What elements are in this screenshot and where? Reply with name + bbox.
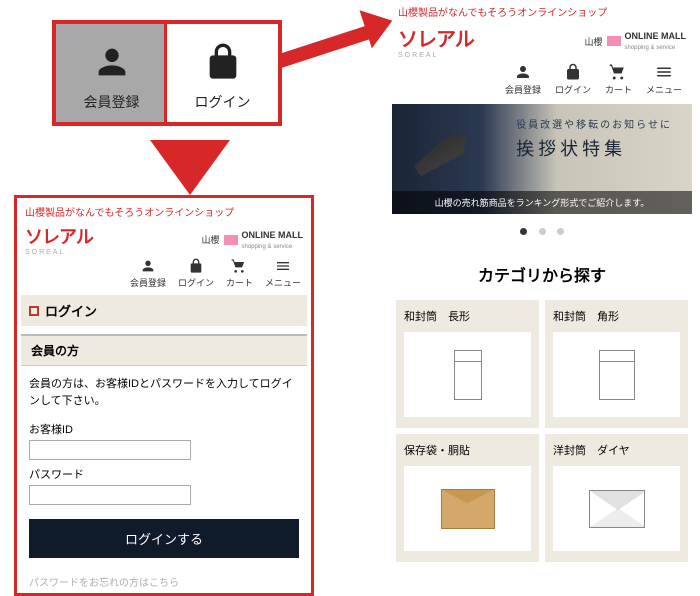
nav-register[interactable]: 会員登録 [505,63,541,96]
category-card-2[interactable]: 和封筒 角形 [545,300,688,428]
lock-icon [188,258,204,274]
carousel-dots [392,214,692,256]
category-card-4[interactable]: 洋封筒 ダイヤ [545,434,688,562]
hamburger-icon [655,63,673,81]
login-form: 会員の方は、お客様IDとパスワードを入力してログインして下さい。 お客様ID パ… [21,366,307,574]
cart-icon [609,63,627,81]
callout-register: 会員登録 [56,24,167,122]
hero-banner[interactable]: 役員改選や移転のお知らせに 挨拶状特集 山櫻の売れ筋商品をランキング形式でご紹介… [392,104,692,214]
envelope-naga-icon [404,332,531,417]
category-card-1[interactable]: 和封筒 長形 [396,300,539,428]
nav-menu[interactable]: メニュー [646,63,682,96]
nav-menu[interactable]: メニュー [265,258,301,289]
login-page-title-bar: ログイン [21,295,307,326]
header-nav: 会員登録 ログイン カート メニュー [392,59,692,104]
logo: ソレアル SOREAL [398,23,474,59]
pen-icon [400,112,484,196]
user-icon [514,63,532,81]
hero-text: 役員改選や移転のお知らせに 挨拶状特集 [516,116,672,161]
nav-cart[interactable]: カート [605,63,632,96]
envelope-kaku-icon [553,332,680,417]
lock-icon [203,42,243,82]
user-icon [140,258,156,274]
id-label: お客様ID [29,421,299,437]
tagline: 山櫻製品がなんでもそろうオンラインショップ [21,202,307,223]
category-grid: 和封筒 長形 和封筒 角形 保存袋・胴貼 洋封筒 ダイヤ [392,300,692,562]
hero-line1: 役員改選や移転のお知らせに [516,116,672,131]
category-title: カテゴリから探す [392,256,692,300]
cart-icon [231,258,247,274]
carousel-dot-3[interactable] [557,228,564,235]
callout-login-highlighted: ログイン [164,21,281,125]
password-label: パスワード [29,466,299,482]
brand-row: ソレアル SOREAL 山櫻 ONLINE MALLshopping & ser… [21,223,307,256]
hamburger-icon [275,258,291,274]
login-instruction: 会員の方は、お客様IDとパスワードを入力してログインして下さい。 [29,376,299,409]
forgot-password-link[interactable]: パスワードをお忘れの方はこちら [21,574,307,593]
nav-cart[interactable]: カート [226,258,253,289]
nav-register[interactable]: 会員登録 [130,258,166,289]
logo-text: ソレアル [398,29,474,51]
hero-line2: 挨拶状特集 [516,135,672,161]
hero-caption: 山櫻の売れ筋商品をランキング形式でご紹介します。 [392,191,692,214]
main-shop-view: 山櫻製品がなんでもそろうオンラインショップ ソレアル SOREAL 山櫻 ONL… [392,0,692,562]
nav-login[interactable]: ログイン [178,258,214,289]
login-header: 山櫻製品がなんでもそろうオンラインショップ ソレアル SOREAL 山櫻 ONL… [21,202,307,295]
triangle-down-indicator [150,140,230,195]
zoom-callout: 会員登録 ログイン [52,20,282,126]
tagline: 山櫻製品がなんでもそろうオンラインショップ [392,0,692,23]
category-card-3[interactable]: 保存袋・胴貼 [396,434,539,562]
envelope-diamond-icon [553,466,680,551]
partner-brands: 山櫻 ONLINE MALL shopping & service [584,31,686,51]
logo: ソレアル SOREAL [25,223,93,256]
envelope-storage-icon [404,466,531,551]
nav-login[interactable]: ログイン [555,63,591,96]
carousel-dot-2[interactable] [539,228,546,235]
brand-yamazakura: 山櫻 [584,35,602,48]
carousel-dot-1[interactable] [520,228,527,235]
brand-row: ソレアル SOREAL 山櫻 ONLINE MALL shopping & se… [392,23,692,59]
brand-color-icon [607,36,621,46]
square-bullet-icon [29,306,39,316]
brand-color-icon [224,235,238,245]
login-member-section: 会員の方 会員の方は、お客様IDとパスワードを入力してログインして下さい。 お客… [21,334,307,593]
lock-icon [564,63,582,81]
login-page-view: 山櫻製品がなんでもそろうオンラインショップ ソレアル SOREAL 山櫻 ONL… [14,195,314,596]
password-input[interactable] [29,485,191,505]
customer-id-input[interactable] [29,440,191,460]
logo-sub: SOREAL [398,52,474,59]
partner-brands: 山櫻 ONLINE MALLshopping & service [201,230,303,250]
brand-online-mall: ONLINE MALL shopping & service [625,31,687,51]
login-submit-button[interactable]: ログインする [29,519,299,558]
login-section-heading: 会員の方 [21,336,307,366]
user-icon [92,42,132,82]
header-nav: 会員登録 ログイン カート メニュー [21,256,307,295]
